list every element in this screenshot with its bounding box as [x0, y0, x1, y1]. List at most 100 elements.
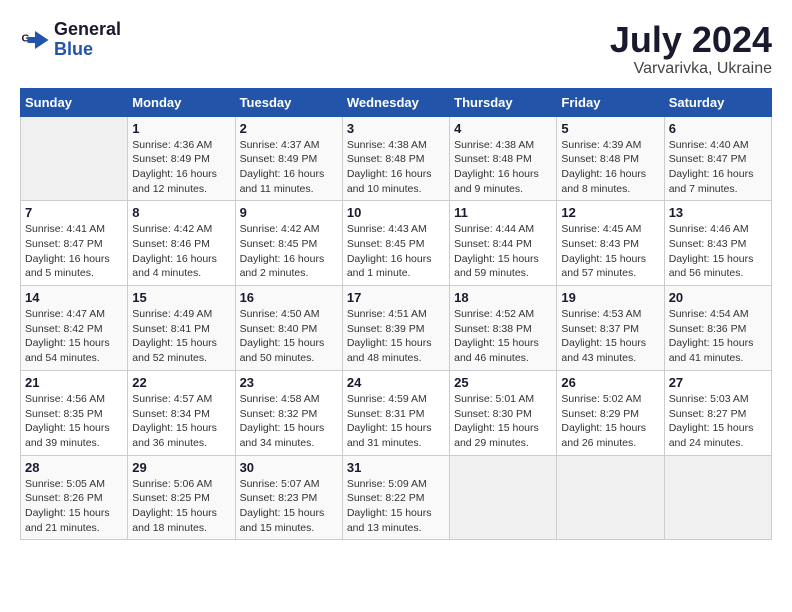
day-number: 3	[347, 121, 445, 136]
day-number: 17	[347, 290, 445, 305]
calendar-cell: 10Sunrise: 4:43 AMSunset: 8:45 PMDayligh…	[342, 201, 449, 286]
day-info: Sunrise: 5:02 AMSunset: 8:29 PMDaylight:…	[561, 392, 659, 451]
day-info: Sunrise: 4:46 AMSunset: 8:43 PMDaylight:…	[669, 222, 767, 281]
weekday-header: Sunday	[21, 88, 128, 116]
calendar-week-row: 1Sunrise: 4:36 AMSunset: 8:49 PMDaylight…	[21, 116, 772, 201]
day-number: 20	[669, 290, 767, 305]
month-title: July 2024	[610, 20, 772, 60]
day-info: Sunrise: 4:47 AMSunset: 8:42 PMDaylight:…	[25, 307, 123, 366]
calendar-cell	[664, 455, 771, 540]
page-header: G General Blue July 2024 Varvarivka, Ukr…	[20, 20, 772, 78]
calendar-week-row: 14Sunrise: 4:47 AMSunset: 8:42 PMDayligh…	[21, 286, 772, 371]
day-info: Sunrise: 5:06 AMSunset: 8:25 PMDaylight:…	[132, 477, 230, 536]
title-block: July 2024 Varvarivka, Ukraine	[610, 20, 772, 78]
day-number: 9	[240, 205, 338, 220]
calendar-cell: 3 Sunrise: 4:38 AMSunset: 8:48 PMDaylight…	[342, 116, 449, 201]
calendar-cell: 28 Sunrise: 5:05 AMSunset: 8:26 PMDayligh…	[21, 455, 128, 540]
day-number: 18	[454, 290, 552, 305]
day-number: 31	[347, 460, 445, 475]
day-info: Sunrise: 5:03 AMSunset: 8:27 PMDaylight:…	[669, 392, 767, 451]
weekday-header: Tuesday	[235, 88, 342, 116]
day-info: Sunrise: 4:41 AMSunset: 8:47 PMDaylight:…	[25, 222, 123, 281]
day-info: Sunrise: 4:44 AMSunset: 8:44 PMDaylight:…	[454, 222, 552, 281]
calendar-cell: 24 Sunrise: 4:59 AMSunset: 8:31 PMDayligh…	[342, 370, 449, 455]
day-info: Sunrise: 4:54 AMSunset: 8:36 PMDaylight:…	[669, 307, 767, 366]
calendar-table: SundayMondayTuesdayWednesdayThursdayFrid…	[20, 88, 772, 541]
calendar-cell: 4 Sunrise: 4:38 AMSunset: 8:48 PMDaylight…	[450, 116, 557, 201]
calendar-cell: 18 Sunrise: 4:52 AMSunset: 8:38 PMDayligh…	[450, 286, 557, 371]
calendar-cell: 21 Sunrise: 4:56 AMSunset: 8:35 PMDayligh…	[21, 370, 128, 455]
day-number: 29	[132, 460, 230, 475]
day-info: Sunrise: 4:39 AMSunset: 8:48 PMDaylight:…	[561, 138, 659, 197]
day-info: Sunrise: 4:58 AMSunset: 8:32 PMDaylight:…	[240, 392, 338, 451]
day-number: 10	[347, 205, 445, 220]
calendar-cell: 29 Sunrise: 5:06 AMSunset: 8:25 PMDayligh…	[128, 455, 235, 540]
calendar-cell: 26 Sunrise: 5:02 AMSunset: 8:29 PMDayligh…	[557, 370, 664, 455]
day-info: Sunrise: 4:59 AMSunset: 8:31 PMDaylight:…	[347, 392, 445, 451]
weekday-header: Wednesday	[342, 88, 449, 116]
day-number: 15	[132, 290, 230, 305]
day-info: Sunrise: 4:36 AMSunset: 8:49 PMDaylight:…	[132, 138, 230, 197]
calendar-cell	[557, 455, 664, 540]
day-number: 12	[561, 205, 659, 220]
calendar-cell: 5 Sunrise: 4:39 AMSunset: 8:48 PMDaylight…	[557, 116, 664, 201]
calendar-week-row: 7Sunrise: 4:41 AMSunset: 8:47 PMDaylight…	[21, 201, 772, 286]
day-info: Sunrise: 4:37 AMSunset: 8:49 PMDaylight:…	[240, 138, 338, 197]
calendar-cell: 9 Sunrise: 4:42 AMSunset: 8:45 PMDaylight…	[235, 201, 342, 286]
logo-blue: Blue	[54, 40, 121, 60]
day-info: Sunrise: 5:01 AMSunset: 8:30 PMDaylight:…	[454, 392, 552, 451]
logo-general: General	[54, 20, 121, 40]
day-number: 22	[132, 375, 230, 390]
calendar-cell: 22 Sunrise: 4:57 AMSunset: 8:34 PMDayligh…	[128, 370, 235, 455]
day-info: Sunrise: 4:51 AMSunset: 8:39 PMDaylight:…	[347, 307, 445, 366]
weekday-header: Thursday	[450, 88, 557, 116]
calendar-cell	[21, 116, 128, 201]
day-info: Sunrise: 4:45 AMSunset: 8:43 PMDaylight:…	[561, 222, 659, 281]
day-number: 5	[561, 121, 659, 136]
day-info: Sunrise: 5:05 AMSunset: 8:26 PMDaylight:…	[25, 477, 123, 536]
day-number: 25	[454, 375, 552, 390]
day-info: Sunrise: 4:57 AMSunset: 8:34 PMDaylight:…	[132, 392, 230, 451]
logo: G General Blue	[20, 20, 121, 60]
calendar-cell: 14Sunrise: 4:47 AMSunset: 8:42 PMDayligh…	[21, 286, 128, 371]
logo-icon: G	[20, 25, 50, 55]
calendar-cell: 19 Sunrise: 4:53 AMSunset: 8:37 PMDayligh…	[557, 286, 664, 371]
day-number: 27	[669, 375, 767, 390]
day-number: 2	[240, 121, 338, 136]
calendar-cell: 25 Sunrise: 5:01 AMSunset: 8:30 PMDayligh…	[450, 370, 557, 455]
calendar-week-row: 21 Sunrise: 4:56 AMSunset: 8:35 PMDayligh…	[21, 370, 772, 455]
calendar-cell: 31Sunrise: 5:09 AMSunset: 8:22 PMDayligh…	[342, 455, 449, 540]
day-number: 11	[454, 205, 552, 220]
day-number: 24	[347, 375, 445, 390]
calendar-week-row: 28 Sunrise: 5:05 AMSunset: 8:26 PMDayligh…	[21, 455, 772, 540]
day-info: Sunrise: 4:56 AMSunset: 8:35 PMDaylight:…	[25, 392, 123, 451]
day-info: Sunrise: 4:42 AMSunset: 8:45 PMDaylight:…	[240, 222, 338, 281]
day-info: Sunrise: 4:52 AMSunset: 8:38 PMDaylight:…	[454, 307, 552, 366]
calendar-cell: 8Sunrise: 4:42 AMSunset: 8:46 PMDaylight…	[128, 201, 235, 286]
day-number: 23	[240, 375, 338, 390]
calendar-cell: 15 Sunrise: 4:49 AMSunset: 8:41 PMDayligh…	[128, 286, 235, 371]
calendar-cell: 7Sunrise: 4:41 AMSunset: 8:47 PMDaylight…	[21, 201, 128, 286]
calendar-cell: 30Sunrise: 5:07 AMSunset: 8:23 PMDayligh…	[235, 455, 342, 540]
calendar-cell	[450, 455, 557, 540]
day-number: 4	[454, 121, 552, 136]
weekday-header-row: SundayMondayTuesdayWednesdayThursdayFrid…	[21, 88, 772, 116]
day-info: Sunrise: 4:38 AMSunset: 8:48 PMDaylight:…	[454, 138, 552, 197]
day-number: 26	[561, 375, 659, 390]
day-number: 8	[132, 205, 230, 220]
calendar-cell: 27 Sunrise: 5:03 AMSunset: 8:27 PMDayligh…	[664, 370, 771, 455]
calendar-cell: 23 Sunrise: 4:58 AMSunset: 8:32 PMDayligh…	[235, 370, 342, 455]
day-info: Sunrise: 4:38 AMSunset: 8:48 PMDaylight:…	[347, 138, 445, 197]
calendar-cell: 2 Sunrise: 4:37 AMSunset: 8:49 PMDaylight…	[235, 116, 342, 201]
day-number: 30	[240, 460, 338, 475]
day-number: 19	[561, 290, 659, 305]
day-number: 6	[669, 121, 767, 136]
day-info: Sunrise: 4:49 AMSunset: 8:41 PMDaylight:…	[132, 307, 230, 366]
calendar-cell: 1Sunrise: 4:36 AMSunset: 8:49 PMDaylight…	[128, 116, 235, 201]
calendar-cell: 11 Sunrise: 4:44 AMSunset: 8:44 PMDayligh…	[450, 201, 557, 286]
day-number: 21	[25, 375, 123, 390]
day-number: 28	[25, 460, 123, 475]
calendar-cell: 13Sunrise: 4:46 AMSunset: 8:43 PMDayligh…	[664, 201, 771, 286]
calendar-cell: 12 Sunrise: 4:45 AMSunset: 8:43 PMDayligh…	[557, 201, 664, 286]
day-info: Sunrise: 4:53 AMSunset: 8:37 PMDaylight:…	[561, 307, 659, 366]
